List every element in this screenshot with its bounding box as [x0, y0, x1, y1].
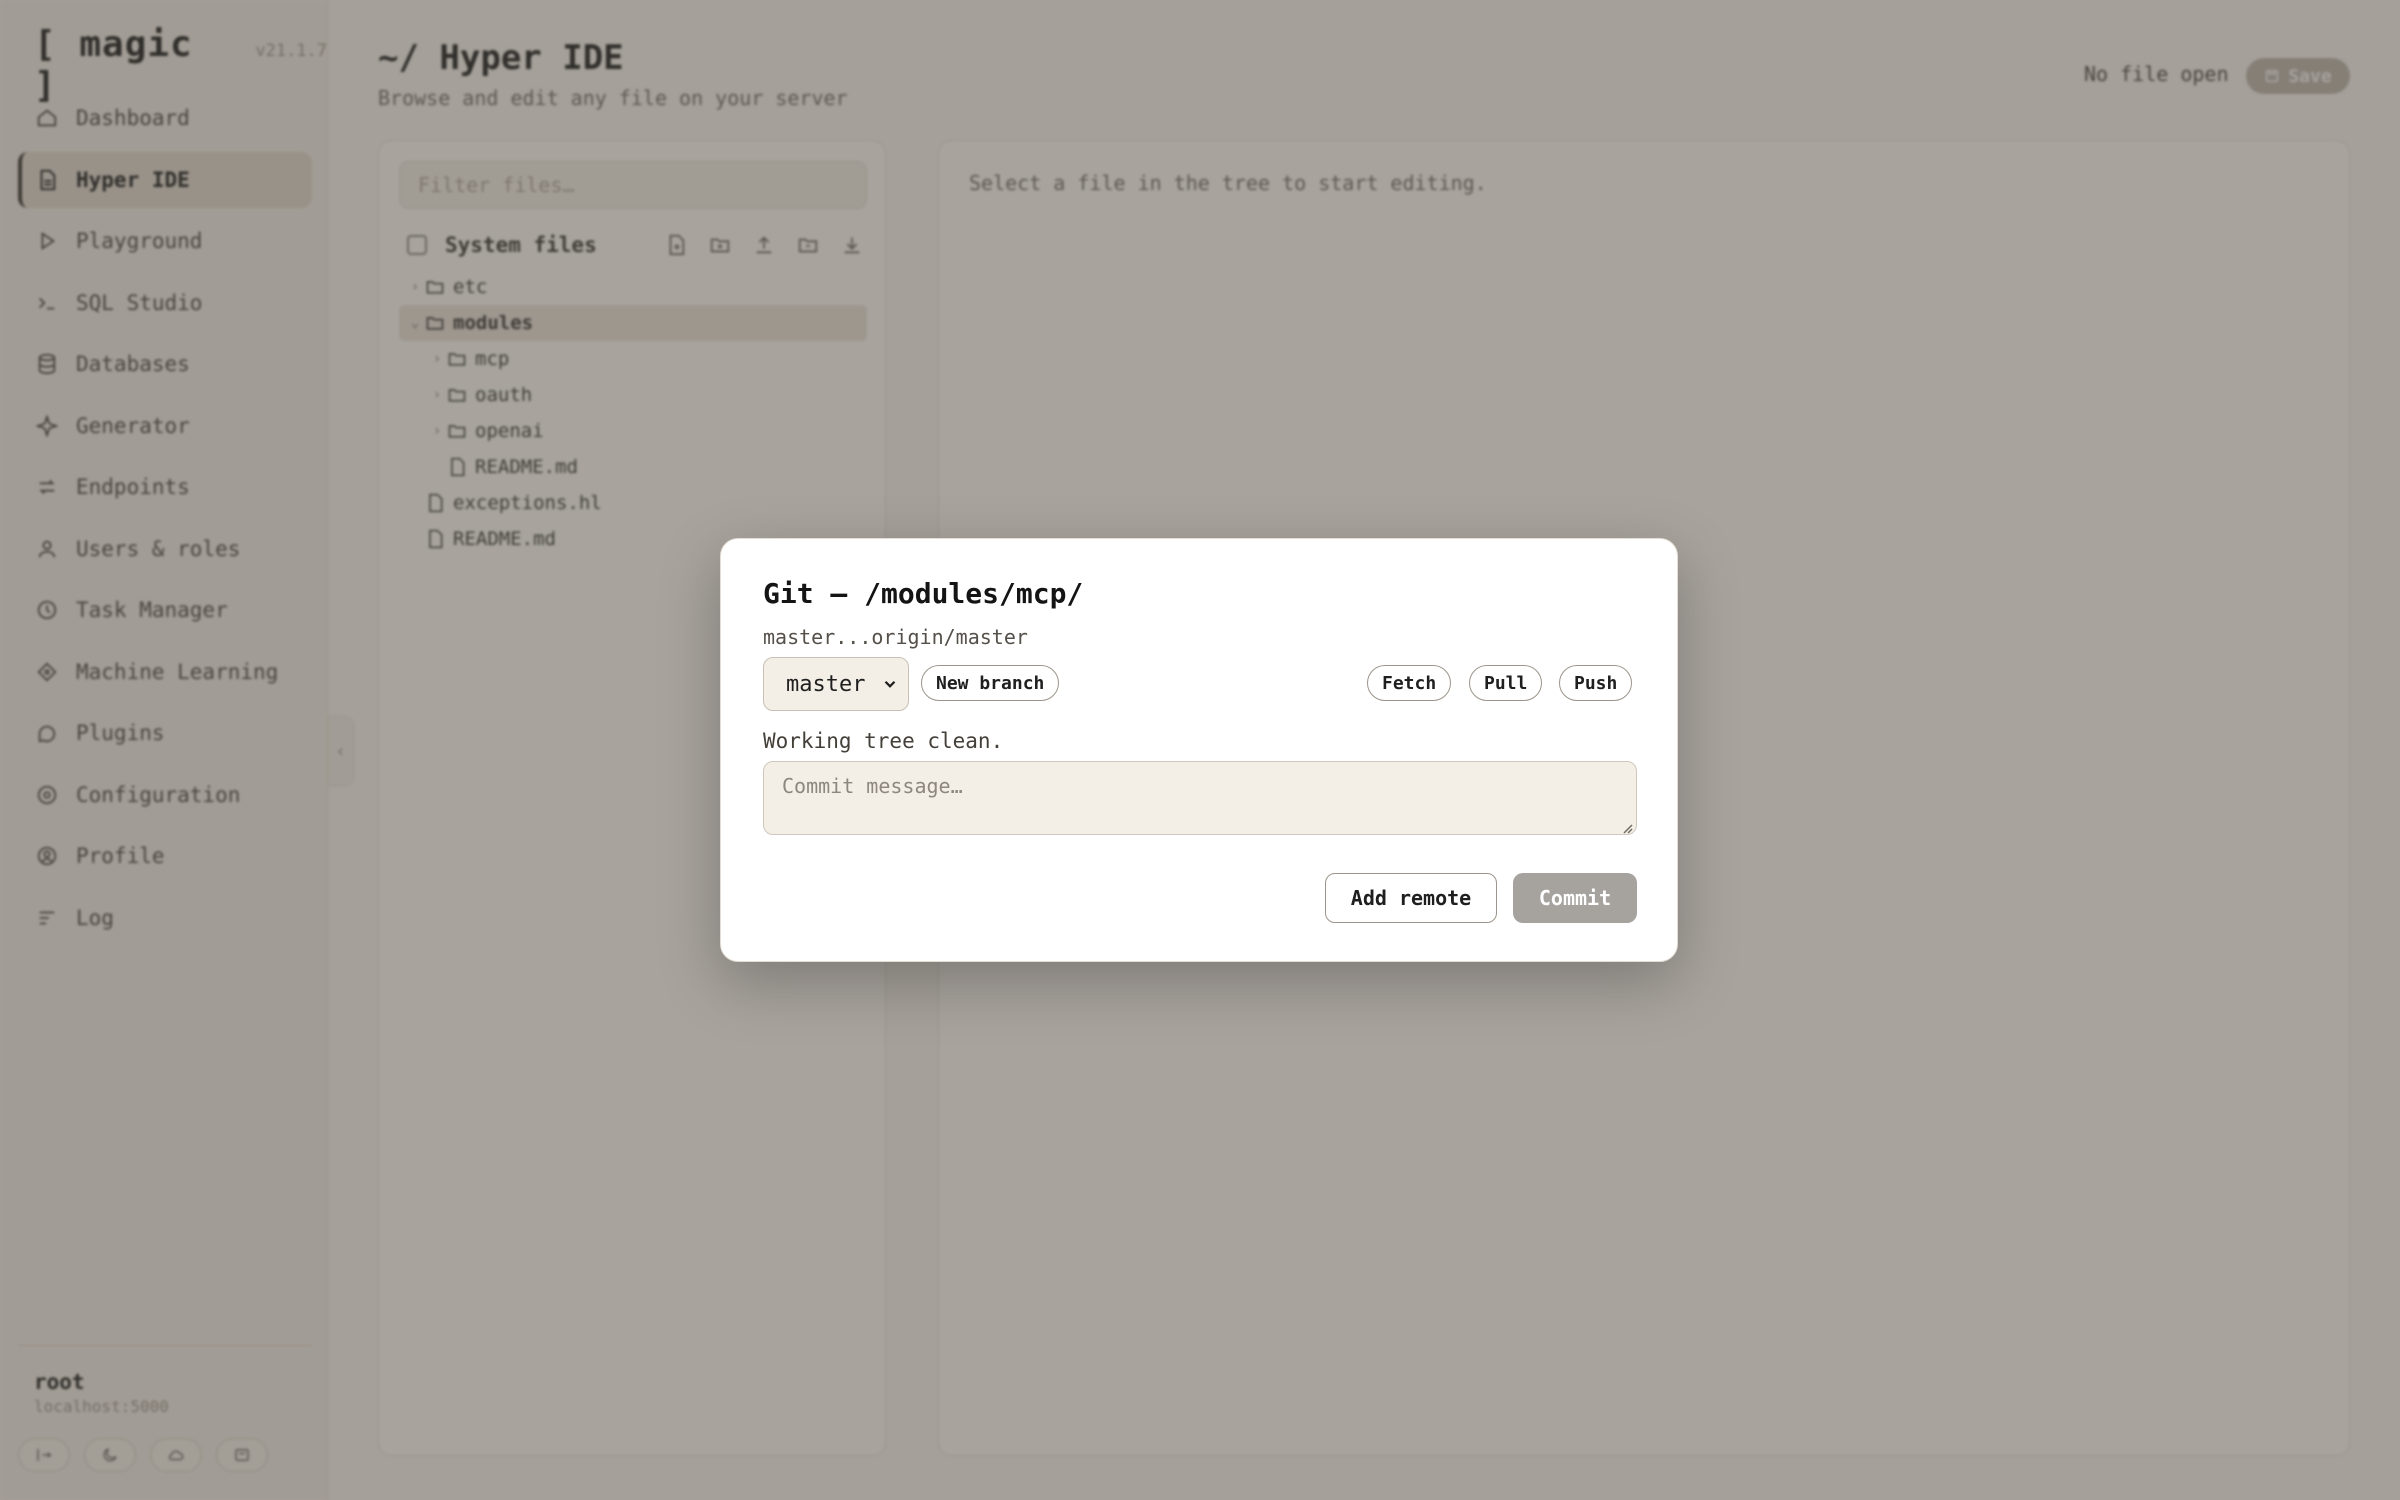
- tracking-branch: master...origin/master: [763, 625, 1028, 649]
- modal-title: Git — /modules/mcp/: [763, 577, 1084, 610]
- branch-select[interactable]: master: [763, 657, 909, 711]
- commit-button[interactable]: Commit: [1513, 873, 1637, 923]
- add-remote-button[interactable]: Add remote: [1325, 873, 1497, 923]
- fetch-button[interactable]: Fetch: [1367, 665, 1452, 701]
- git-modal: Git — /modules/mcp/ master...origin/mast…: [720, 538, 1678, 962]
- new-branch-button[interactable]: New branch: [921, 665, 1060, 701]
- push-button[interactable]: Push: [1559, 665, 1633, 701]
- commit-message-input[interactable]: [763, 761, 1637, 835]
- pull-button[interactable]: Pull: [1469, 665, 1543, 701]
- working-tree-status: Working tree clean.: [763, 729, 1004, 753]
